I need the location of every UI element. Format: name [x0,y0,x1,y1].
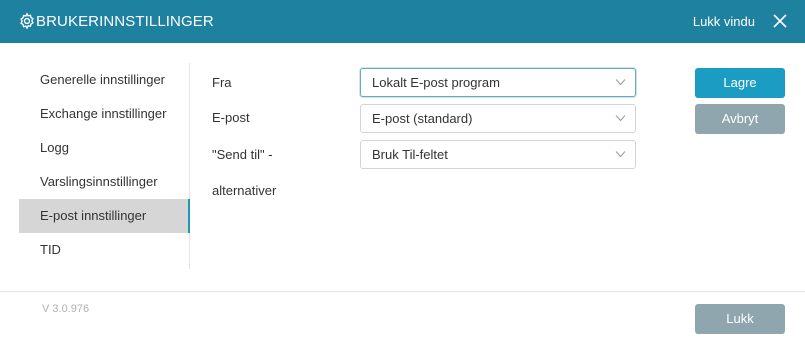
send-to-label: "Send til" - [212,147,273,162]
sidebar-item-general[interactable]: Generelle innstillinger [19,63,189,97]
email-label: E-post [212,110,250,125]
sidebar-item-notifications[interactable]: Varslingsinnstillinger [19,165,189,199]
version-label: V 3.0.976 [42,303,90,315]
send-to-label-cont: alternativer [212,183,277,198]
cancel-button[interactable]: Avbryt [695,104,785,134]
from-select-value: Lokalt E-post program [372,75,500,90]
sidebar-item-time[interactable]: TID [19,233,189,267]
gear-icon [20,12,34,30]
window-title: BRUKERINNSTILLINGER [36,13,214,30]
settings-sidebar: Generelle innstillinger Exchange innstil… [19,63,190,269]
footer-divider [0,291,805,292]
send-to-select-value: Bruk Til-feltet [372,147,448,162]
chevron-down-icon [615,79,626,86]
email-select[interactable]: E-post (standard) [360,104,636,133]
sidebar-item-exchange[interactable]: Exchange innstillinger [19,97,189,131]
close-button[interactable]: Lukk [695,304,785,334]
sidebar-item-email[interactable]: E-post innstillinger [19,199,190,233]
sidebar-item-log[interactable]: Logg [19,131,189,165]
save-button[interactable]: Lagre [695,68,785,98]
from-label: Fra [212,75,232,90]
close-icon[interactable] [771,12,789,30]
title-bar: BRUKERINNSTILLINGER Lukk vindu [0,0,805,43]
chevron-down-icon [615,115,626,122]
email-select-value: E-post (standard) [372,111,473,126]
close-window-link[interactable]: Lukk vindu [693,14,755,29]
from-select[interactable]: Lokalt E-post program [360,68,636,97]
send-to-select[interactable]: Bruk Til-feltet [360,140,636,169]
chevron-down-icon [615,151,626,158]
